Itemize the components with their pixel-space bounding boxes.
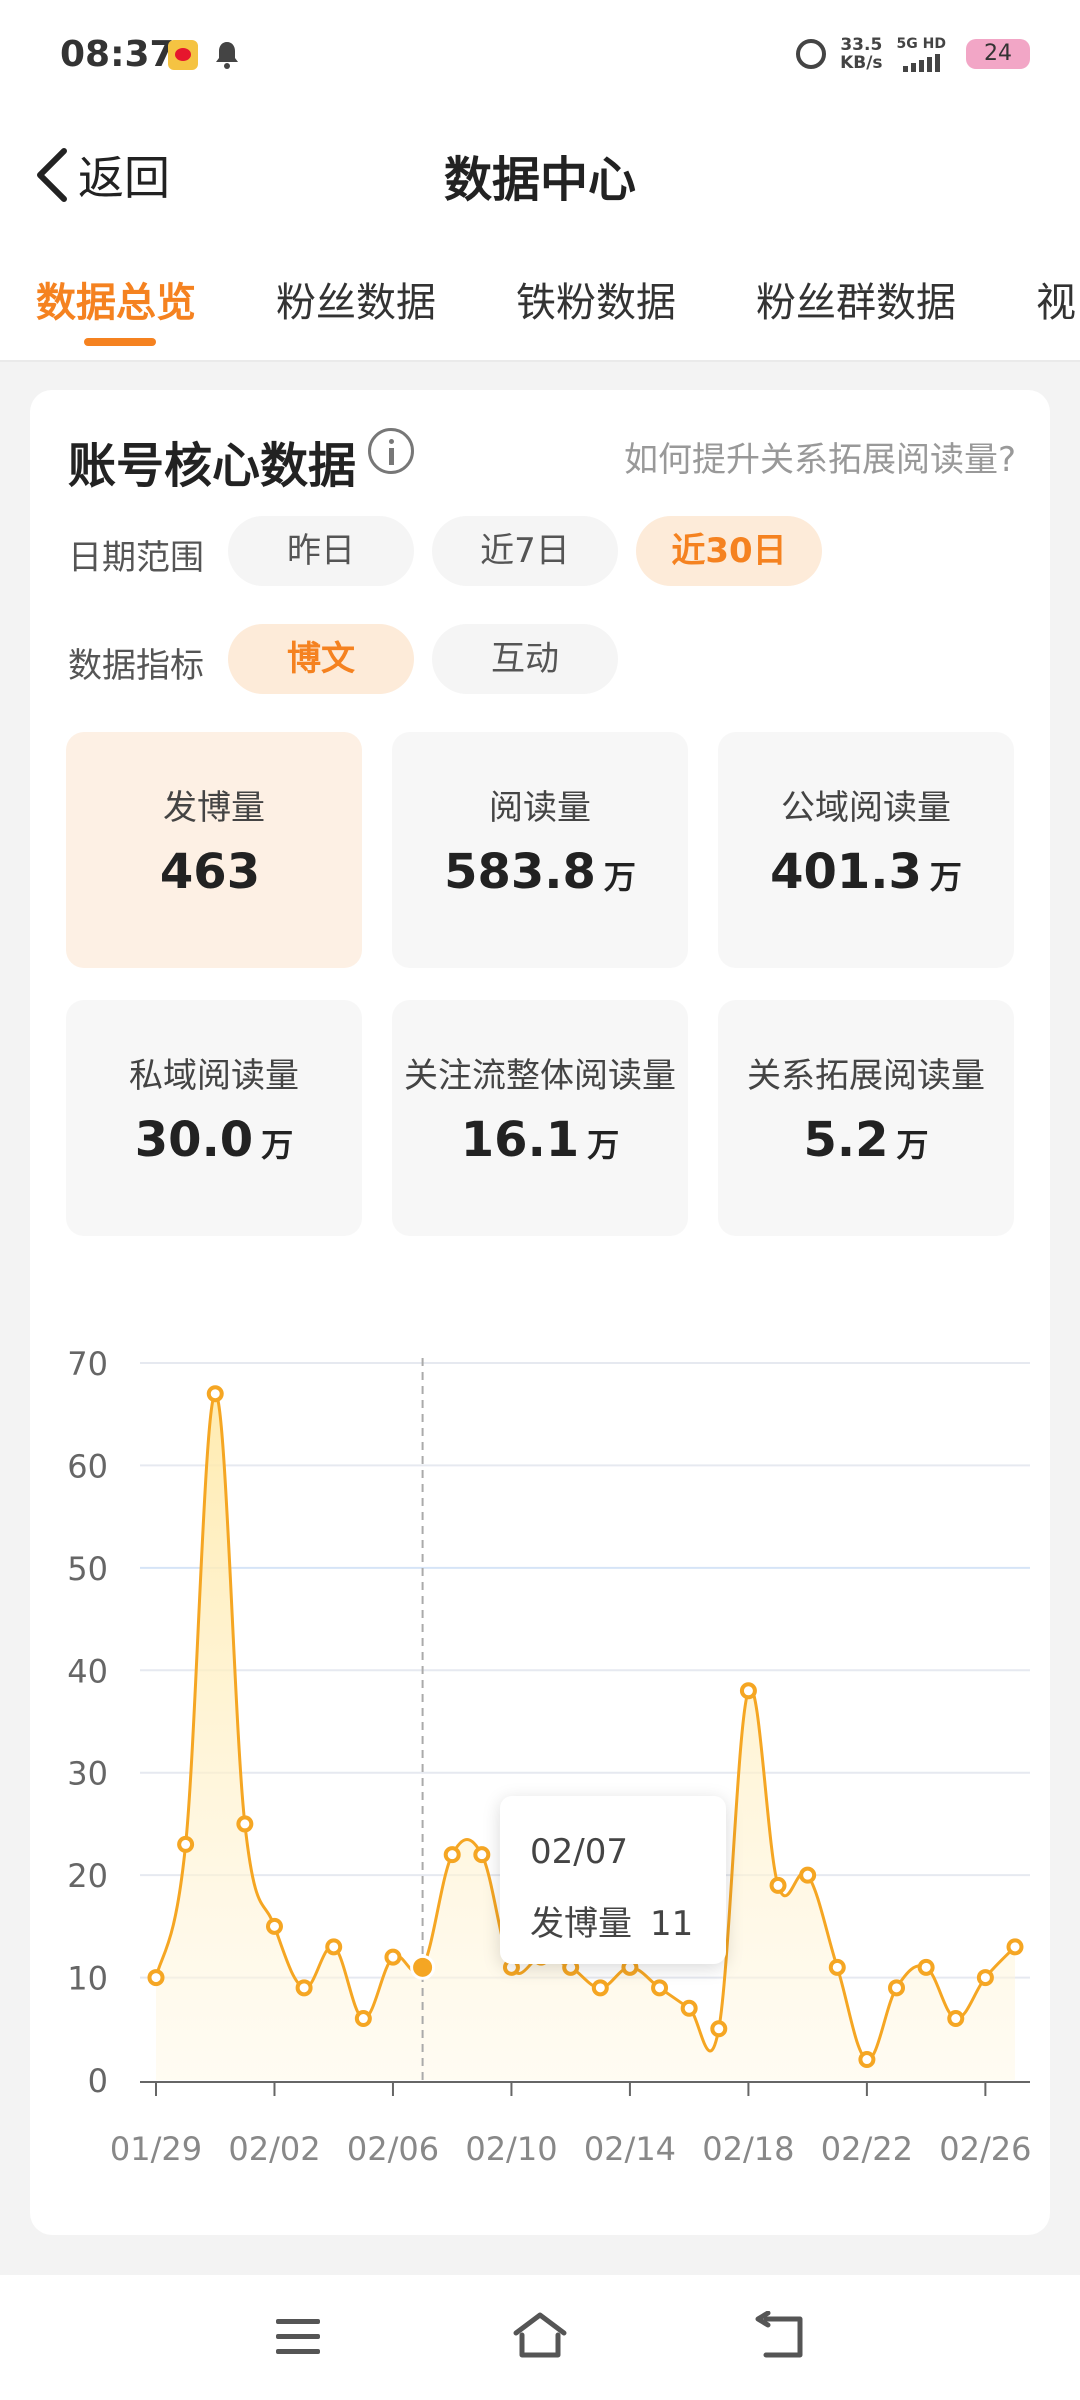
bell-notification-icon xyxy=(216,42,238,69)
tab-video[interactable]: 视 xyxy=(1036,270,1076,328)
signal-bars-icon xyxy=(902,52,940,72)
data-point xyxy=(147,1969,165,1987)
data-point xyxy=(473,1846,491,1864)
status-time: 08:37 xyxy=(60,34,175,75)
battery-indicator: 24 xyxy=(966,39,1030,69)
network-speed: 33.5 KB/s xyxy=(840,35,883,73)
data-point-highlight xyxy=(410,1954,436,1980)
home-icon[interactable] xyxy=(510,2309,570,2363)
data-point xyxy=(710,2020,728,2038)
tooltip-date: 02/07 xyxy=(530,1832,628,1872)
data-point xyxy=(651,1979,669,1997)
data-point xyxy=(265,1917,283,1935)
data-point xyxy=(1006,1938,1024,1956)
x-tick-label: 02/18 xyxy=(702,2130,794,2168)
x-tick-label: 01/29 xyxy=(110,2130,202,2168)
y-tick-label: 30 xyxy=(67,1755,108,1793)
data-point xyxy=(947,2010,965,2028)
y-tick-label: 50 xyxy=(67,1550,108,1588)
y-tick-label: 0 xyxy=(88,2062,108,2100)
tab-overview[interactable]: 数据总览 xyxy=(36,270,196,328)
tooltip-value: 11 xyxy=(650,1904,694,1944)
data-point xyxy=(976,1969,994,1987)
menu-icon[interactable] xyxy=(272,2313,324,2361)
x-tick-label: 02/10 xyxy=(465,2130,557,2168)
back-nav-icon[interactable] xyxy=(754,2311,808,2361)
data-point xyxy=(354,2010,372,2028)
tooltip-row: 发博量 11 xyxy=(530,1896,693,1945)
chart-tooltip: 02/07 发博量 11 xyxy=(500,1796,726,1964)
y-tick-label: 20 xyxy=(67,1857,108,1895)
x-tick-label: 02/14 xyxy=(584,2130,676,2168)
data-point xyxy=(917,1958,935,1976)
x-tick-label: 02/06 xyxy=(347,2130,439,2168)
data-point xyxy=(206,1385,224,1403)
y-tick-label: 10 xyxy=(67,1960,108,1998)
data-point xyxy=(769,1876,787,1894)
tab-bar: 数据总览 粉丝数据 铁粉数据 粉丝群数据 视 xyxy=(0,240,1080,362)
tab-active-indicator xyxy=(84,338,156,346)
tab-fan-groups[interactable]: 粉丝群数据 xyxy=(756,270,956,328)
y-tick-label: 40 xyxy=(67,1652,108,1690)
status-bar: 08:37 33.5 KB/s 5G HD 24 xyxy=(0,0,1080,110)
page-title: 数据中心 xyxy=(443,152,636,208)
data-point xyxy=(591,1979,609,1997)
data-point xyxy=(739,1682,757,1700)
network-type: 5G HD xyxy=(896,36,946,52)
data-point xyxy=(325,1938,343,1956)
data-point xyxy=(443,1846,461,1864)
data-point xyxy=(236,1815,254,1833)
system-nav-bar xyxy=(0,2275,1080,2400)
weibo-notification-icon xyxy=(168,40,198,70)
data-point xyxy=(828,1958,846,1976)
x-tick-label: 02/26 xyxy=(939,2130,1031,2168)
y-tick-label: 70 xyxy=(67,1345,108,1383)
data-point xyxy=(384,1948,402,1966)
data-point xyxy=(680,1999,698,2017)
data-point xyxy=(295,1979,313,1997)
data-point xyxy=(888,1979,906,1997)
nav-bar: 返回 数据中心 xyxy=(0,110,1080,240)
data-point xyxy=(799,1866,817,1884)
data-point xyxy=(858,2051,876,2069)
tab-fans[interactable]: 粉丝数据 xyxy=(276,270,436,328)
tab-iron-fans[interactable]: 铁粉数据 xyxy=(516,270,676,328)
x-tick-label: 02/02 xyxy=(228,2130,320,2168)
tooltip-label: 发博量 xyxy=(530,1904,632,1944)
data-point xyxy=(177,1835,195,1853)
network-signal: 5G HD xyxy=(897,36,946,72)
alarm-icon xyxy=(796,39,827,69)
x-tick-label: 02/22 xyxy=(821,2130,913,2168)
y-tick-label: 60 xyxy=(67,1447,108,1485)
